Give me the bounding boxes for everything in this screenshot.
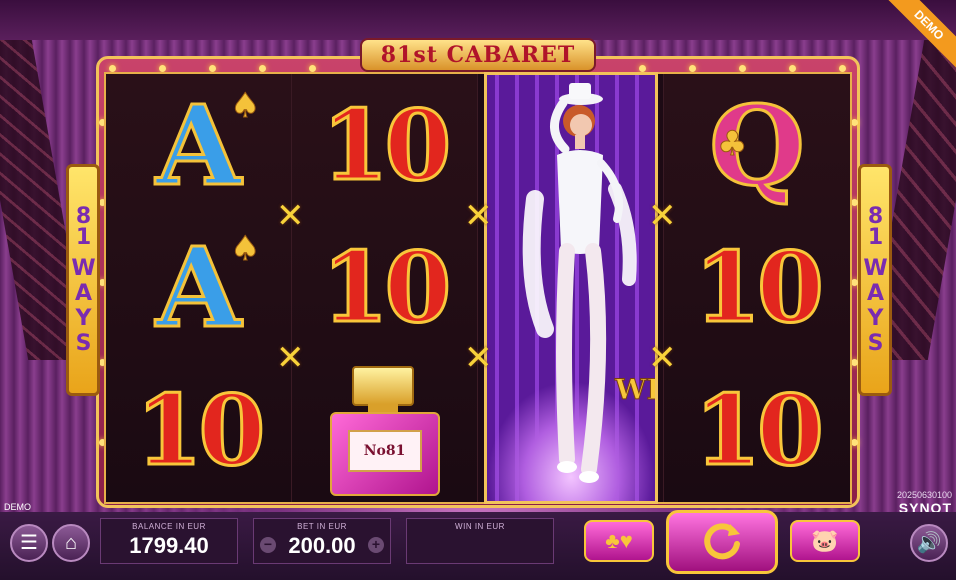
piggy-bank-icon: 🐷: [811, 528, 839, 553]
cards-icon: ♣♥: [605, 528, 633, 553]
symbol-ten: 10: [134, 373, 267, 489]
bet-display: BET IN EUR 200.00 − +: [253, 518, 391, 564]
ways-cross-icon: ✕: [464, 196, 493, 236]
demo-label: DEMO: [4, 502, 31, 512]
menu-button[interactable]: ☰: [10, 524, 48, 562]
balance-value: 1799.40: [129, 533, 209, 558]
spade-icon: ♠: [230, 86, 262, 127]
gamble-button[interactable]: ♣♥: [584, 520, 654, 562]
perfume-label: No81: [347, 429, 422, 472]
wild-label: WILD: [615, 373, 658, 406]
reel-4: Q ♣ 10 10: [664, 74, 850, 502]
game-title: 81st CABARET: [360, 38, 596, 72]
reel-grid: A ♠ A ♠ 10 10 10 No81 Q ♣ 10 10: [104, 72, 852, 504]
ways-cross-icon: ✕: [648, 338, 677, 378]
ways-cross-icon: ✕: [276, 196, 305, 236]
club-icon: ♣: [716, 124, 748, 165]
ways-marker-left: 81 WAYS: [66, 164, 100, 396]
balance-label: BALANCE IN EUR: [132, 522, 206, 531]
stage-top: [0, 0, 956, 40]
ways-cross-icon: ✕: [648, 196, 677, 236]
build-version: 20250630100: [896, 490, 952, 500]
sound-icon: 🔊: [916, 532, 942, 554]
balance-display: BALANCE IN EUR 1799.40: [100, 518, 238, 564]
symbol-perfume: No81: [329, 365, 440, 496]
menu-icon: ☰: [20, 532, 38, 554]
ways-cross-icon: ✕: [276, 338, 305, 378]
win-display: WIN IN EUR: [406, 518, 554, 564]
ways-cross-icon: ✕: [464, 338, 493, 378]
reel-2: 10 10 No81: [292, 74, 478, 502]
spin-button[interactable]: [666, 510, 778, 574]
bet-label: BET IN EUR: [297, 522, 347, 531]
win-label: WIN IN EUR: [455, 522, 505, 531]
symbol-ten: 10: [320, 87, 453, 203]
reel-1: A ♠ A ♠ 10: [106, 74, 292, 502]
symbol-ten: 10: [320, 230, 453, 346]
symbol-ten: 10: [693, 373, 826, 489]
symbol-queen: Q ♣: [708, 79, 807, 211]
sound-button[interactable]: 🔊: [910, 524, 948, 562]
symbol-ace: A ♠: [154, 79, 262, 211]
spin-icon: [704, 523, 740, 560]
symbol-ace: A ♠: [154, 222, 262, 354]
bet-decrease-button[interactable]: −: [260, 537, 276, 553]
autoplay-button[interactable]: 🐷: [790, 520, 860, 562]
home-icon: ⌂: [64, 532, 78, 554]
dancer-wild-icon: [522, 83, 637, 483]
symbol-ten: 10: [693, 230, 826, 346]
wild-reel: WILD: [484, 72, 658, 504]
spade-icon: ♠: [230, 228, 262, 269]
ways-marker-right: 81 WAYS: [858, 164, 892, 396]
home-button[interactable]: ⌂: [52, 524, 90, 562]
bet-increase-button[interactable]: +: [368, 537, 384, 553]
